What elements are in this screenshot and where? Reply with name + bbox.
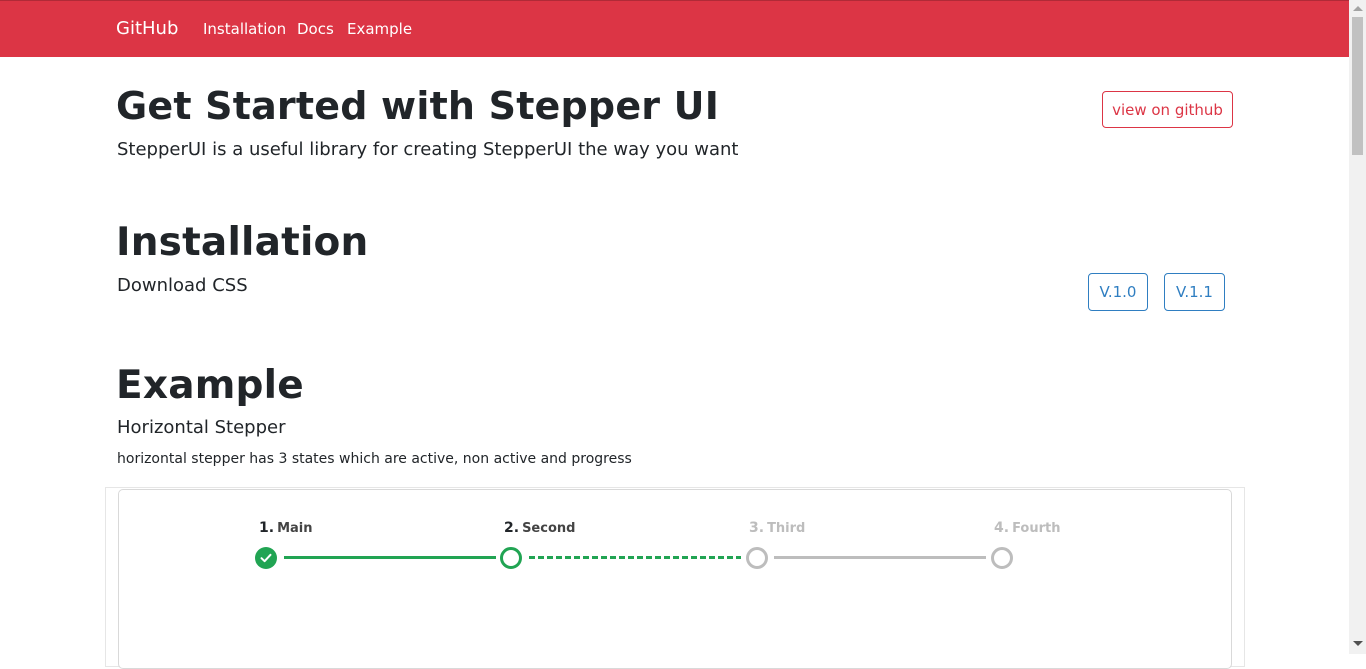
download-css-label: Download CSS xyxy=(117,275,248,296)
step-4-number: 4. xyxy=(994,520,1010,536)
step-2-indicator[interactable] xyxy=(500,547,522,569)
step-2-number: 2. xyxy=(504,520,520,536)
step-2-3-connector xyxy=(529,556,741,559)
step-1-name: Main xyxy=(277,521,313,536)
horizontal-stepper-heading: Horizontal Stepper xyxy=(117,417,286,438)
view-on-github-button[interactable]: view on github xyxy=(1102,91,1233,128)
step-2-label: 2. Second xyxy=(504,520,575,536)
top-navbar: GitHub Installation Docs Example xyxy=(0,0,1349,57)
scrollbar-thumb[interactable] xyxy=(1352,17,1363,155)
scroll-up-arrow-icon[interactable] xyxy=(1353,6,1363,11)
stepper-card xyxy=(118,489,1232,669)
step-1-number: 1. xyxy=(259,520,275,536)
nav-link-installation[interactable]: Installation xyxy=(203,20,286,38)
step-2-name: Second xyxy=(522,521,576,536)
step-4-label: 4. Fourth xyxy=(994,520,1060,536)
scroll-down-arrow-icon[interactable] xyxy=(1353,641,1363,646)
page-title: Get Started with Stepper UI xyxy=(116,84,720,128)
horizontal-stepper-description: horizontal stepper has 3 states which ar… xyxy=(117,451,632,467)
step-4-name: Fourth xyxy=(1012,521,1061,536)
version-1-1-button[interactable]: V.1.1 xyxy=(1164,273,1225,311)
installation-heading: Installation xyxy=(116,220,369,265)
step-1-indicator[interactable] xyxy=(255,547,277,569)
step-3-name: Third xyxy=(767,521,806,536)
check-icon xyxy=(260,553,272,563)
step-4-indicator[interactable] xyxy=(991,547,1013,569)
step-1-2-connector xyxy=(284,556,496,559)
nav-link-example[interactable]: Example xyxy=(347,20,412,38)
step-3-4-connector xyxy=(774,556,986,559)
step-1-label: 1. Main xyxy=(259,520,312,536)
nav-brand-github[interactable]: GitHub xyxy=(116,18,178,39)
step-3-indicator[interactable] xyxy=(746,547,768,569)
step-3-label: 3. Third xyxy=(749,520,805,536)
nav-link-docs[interactable]: Docs xyxy=(297,20,334,38)
page-lead: StepperUI is a useful library for creati… xyxy=(117,139,739,160)
example-heading: Example xyxy=(116,363,304,408)
version-1-0-button[interactable]: V.1.0 xyxy=(1088,273,1148,311)
step-3-number: 3. xyxy=(749,520,765,536)
